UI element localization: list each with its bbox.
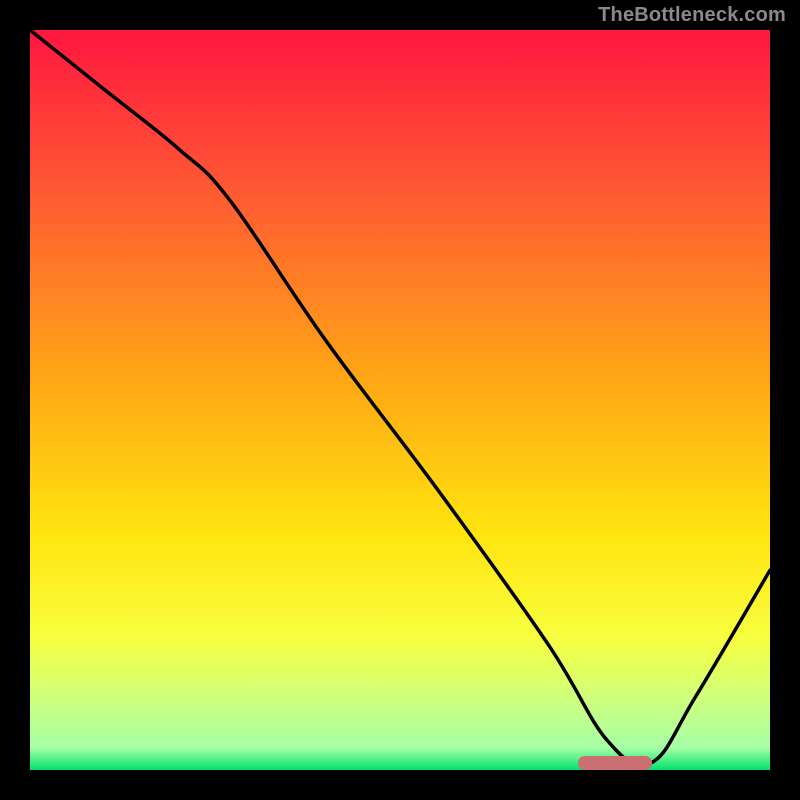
watermark-text: TheBottleneck.com xyxy=(598,4,786,27)
optimal-range-marker xyxy=(578,756,652,770)
chart-container: TheBottleneck.com xyxy=(0,0,800,800)
plot-area xyxy=(30,30,770,770)
bottleneck-curve xyxy=(30,30,770,770)
